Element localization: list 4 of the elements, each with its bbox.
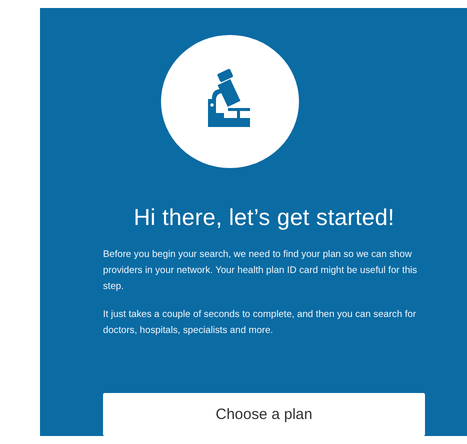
intro-paragraph: Before you begin your search, we need to find your plan so we can show providers in your network. Your health plan ID card might be useful for this step. xyxy=(103,248,418,294)
choose-plan-button[interactable]: Choose a plan xyxy=(103,393,425,436)
heading: Hi there, let’s get started! xyxy=(132,204,396,232)
intro-paragraph: It just takes a couple of seconds to complete, and then you can search for doctors, hospitals, specialists and more. xyxy=(103,308,418,338)
